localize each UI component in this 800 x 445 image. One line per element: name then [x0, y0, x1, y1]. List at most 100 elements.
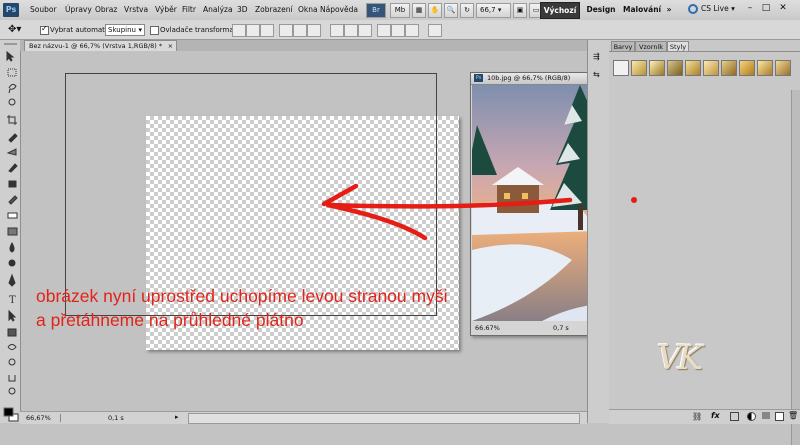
align-right-icon[interactable]	[307, 24, 321, 37]
maximize-button[interactable]: □	[760, 3, 772, 15]
shape-icon	[7, 328, 17, 337]
gradient-icon	[7, 227, 18, 236]
hand-icon[interactable]: ✋	[428, 3, 442, 18]
arrange-documents-icon[interactable]: ▣	[513, 3, 527, 18]
style-swatch-none[interactable]	[613, 60, 629, 76]
layer-bounds-frame	[65, 73, 437, 316]
distribute-right-icon[interactable]	[405, 24, 419, 37]
close-tab-icon[interactable]: ×	[168, 41, 173, 51]
menu-3d[interactable]: 3D	[237, 4, 248, 16]
new-group-icon[interactable]	[762, 412, 770, 419]
distribute-vcenter-icon[interactable]	[344, 24, 358, 37]
status-menu-icon[interactable]: ▸	[175, 413, 179, 421]
panel-scrollbar[interactable]	[791, 90, 800, 445]
fx-icon[interactable]: fx	[711, 411, 720, 420]
style-swatch-gold-2[interactable]	[649, 60, 665, 76]
workspace-vychozi[interactable]: Výchozí	[540, 2, 580, 19]
menu-obraz[interactable]: Obraz	[95, 4, 117, 16]
blur-icon	[9, 241, 15, 253]
horizontal-scrollbar[interactable]	[188, 413, 580, 424]
style-swatch-gold-5[interactable]	[703, 60, 719, 76]
actions-panel-icon[interactable]: ⇆	[593, 70, 604, 79]
link-icon[interactable]: ⛓	[692, 412, 702, 421]
dodge-icon	[8, 259, 16, 267]
align-vcenter-icon[interactable]	[246, 24, 260, 37]
style-swatch-gold-8[interactable]	[757, 60, 773, 76]
more-workspaces-button[interactable]: »	[664, 2, 674, 17]
floating-timing-status: 0,7 s	[553, 324, 569, 332]
brush-icon	[8, 163, 18, 173]
history-brush-icon	[8, 195, 18, 205]
distribute-left-icon[interactable]	[377, 24, 391, 37]
menu-upravy[interactable]: Úpravy	[65, 4, 92, 16]
zoom-icon[interactable]: 🔍	[444, 3, 458, 18]
cs-live-button[interactable]: CS Live ▾	[701, 4, 735, 13]
collapsed-panel-strip: ⇶ ⇆	[587, 40, 610, 423]
document-tab-title: Bez názvu-1 @ 66,7% (Vrstva 1,RGB/8) *	[29, 42, 163, 50]
menu-okna[interactable]: Okna	[298, 4, 318, 16]
cs-live-icon	[688, 4, 698, 14]
new-layer-icon[interactable]	[775, 412, 784, 421]
panel-footer: ⛓ fx 🗑	[609, 409, 800, 424]
guides-icon[interactable]: ▦	[412, 3, 426, 18]
instruction-annotation: obrázek nyní uprostřed uchopíme levou st…	[36, 284, 447, 332]
foreground-color	[3, 407, 14, 417]
adjustment-layer-icon[interactable]	[747, 412, 756, 421]
history-panel-icon[interactable]: ⇶	[593, 52, 604, 61]
workspace-malovani[interactable]: Malování	[623, 2, 661, 17]
menu-soubor[interactable]: Soubor	[30, 4, 57, 16]
mini-bridge-button[interactable]: Mb	[390, 3, 410, 18]
minimize-button[interactable]: –	[744, 3, 756, 15]
distribute-top-icon[interactable]	[330, 24, 344, 37]
quick-select-icon	[8, 98, 16, 106]
eyedropper-icon	[8, 133, 18, 143]
auto-align-layers-icon[interactable]	[428, 24, 442, 37]
align-top-icon[interactable]	[232, 24, 246, 37]
style-swatch-gold-4[interactable]	[685, 60, 701, 76]
align-left-icon[interactable]	[279, 24, 293, 37]
zoom-icon	[8, 387, 16, 395]
distribute-bottom-icon[interactable]	[358, 24, 372, 37]
ps-doc-icon: Ps	[474, 74, 483, 82]
menu-vyber[interactable]: Výběr	[155, 4, 177, 16]
toolbox: T	[0, 40, 21, 423]
workspace-design[interactable]: Design	[585, 2, 617, 17]
auto-select-checkbox[interactable]: ✓	[40, 24, 49, 35]
style-swatch-gold-3[interactable]	[667, 60, 683, 76]
menu-filtr[interactable]: Filtr	[182, 4, 196, 16]
auto-select-dropdown[interactable]: Skupinu ▾	[105, 24, 145, 36]
3d-rotate-icon	[7, 344, 17, 350]
rotate-view-icon[interactable]: ↻	[460, 3, 474, 18]
transform-controls-checkbox[interactable]	[150, 26, 159, 35]
lasso-icon	[8, 83, 17, 94]
move-tool-preset-icon[interactable]: ✥▾	[8, 24, 21, 35]
floating-zoom-status[interactable]: 66.67%	[475, 323, 500, 334]
style-swatch-gold-6[interactable]	[721, 60, 737, 76]
bridge-button[interactable]: Br	[366, 3, 386, 18]
3d-orbit-icon	[8, 358, 16, 366]
photoshop-logo: Ps	[3, 3, 19, 17]
style-swatch-gold-9[interactable]	[775, 60, 791, 76]
styles-panel: Barvy Vzorník Styly VK	[609, 40, 800, 445]
style-swatch-gold-1[interactable]	[631, 60, 647, 76]
menu-vrstva[interactable]: Vrstva	[124, 4, 148, 16]
menu-napoveda[interactable]: Nápověda	[320, 4, 358, 16]
floating-window-title: 10b.jpg @ 66,7% (RGB/8)	[487, 74, 571, 82]
type-icon: T	[9, 295, 16, 306]
hand-icon	[8, 375, 16, 382]
document-status-bar: 66,67% 0,1 s ▸	[20, 411, 587, 424]
style-swatch-gold-7[interactable]	[739, 60, 755, 76]
path-select-icon	[8, 309, 17, 322]
transform-controls-label: Ovladače transformací	[160, 26, 240, 34]
distribute-hcenter-icon[interactable]	[391, 24, 405, 37]
zoom-level-select[interactable]: 66,7 ▾	[476, 3, 511, 18]
zoom-status[interactable]: 66,67%	[26, 414, 51, 422]
menu-zobrazeni[interactable]: Zobrazení	[255, 4, 293, 16]
vk-watermark-logo: VK	[657, 338, 703, 378]
align-hcenter-icon[interactable]	[293, 24, 307, 37]
align-bottom-icon[interactable]	[260, 24, 274, 37]
mask-icon[interactable]	[730, 412, 739, 421]
menu-analyza[interactable]: Analýza	[203, 4, 233, 16]
trash-icon[interactable]: 🗑	[788, 411, 798, 420]
close-button[interactable]: ✕	[776, 3, 790, 15]
